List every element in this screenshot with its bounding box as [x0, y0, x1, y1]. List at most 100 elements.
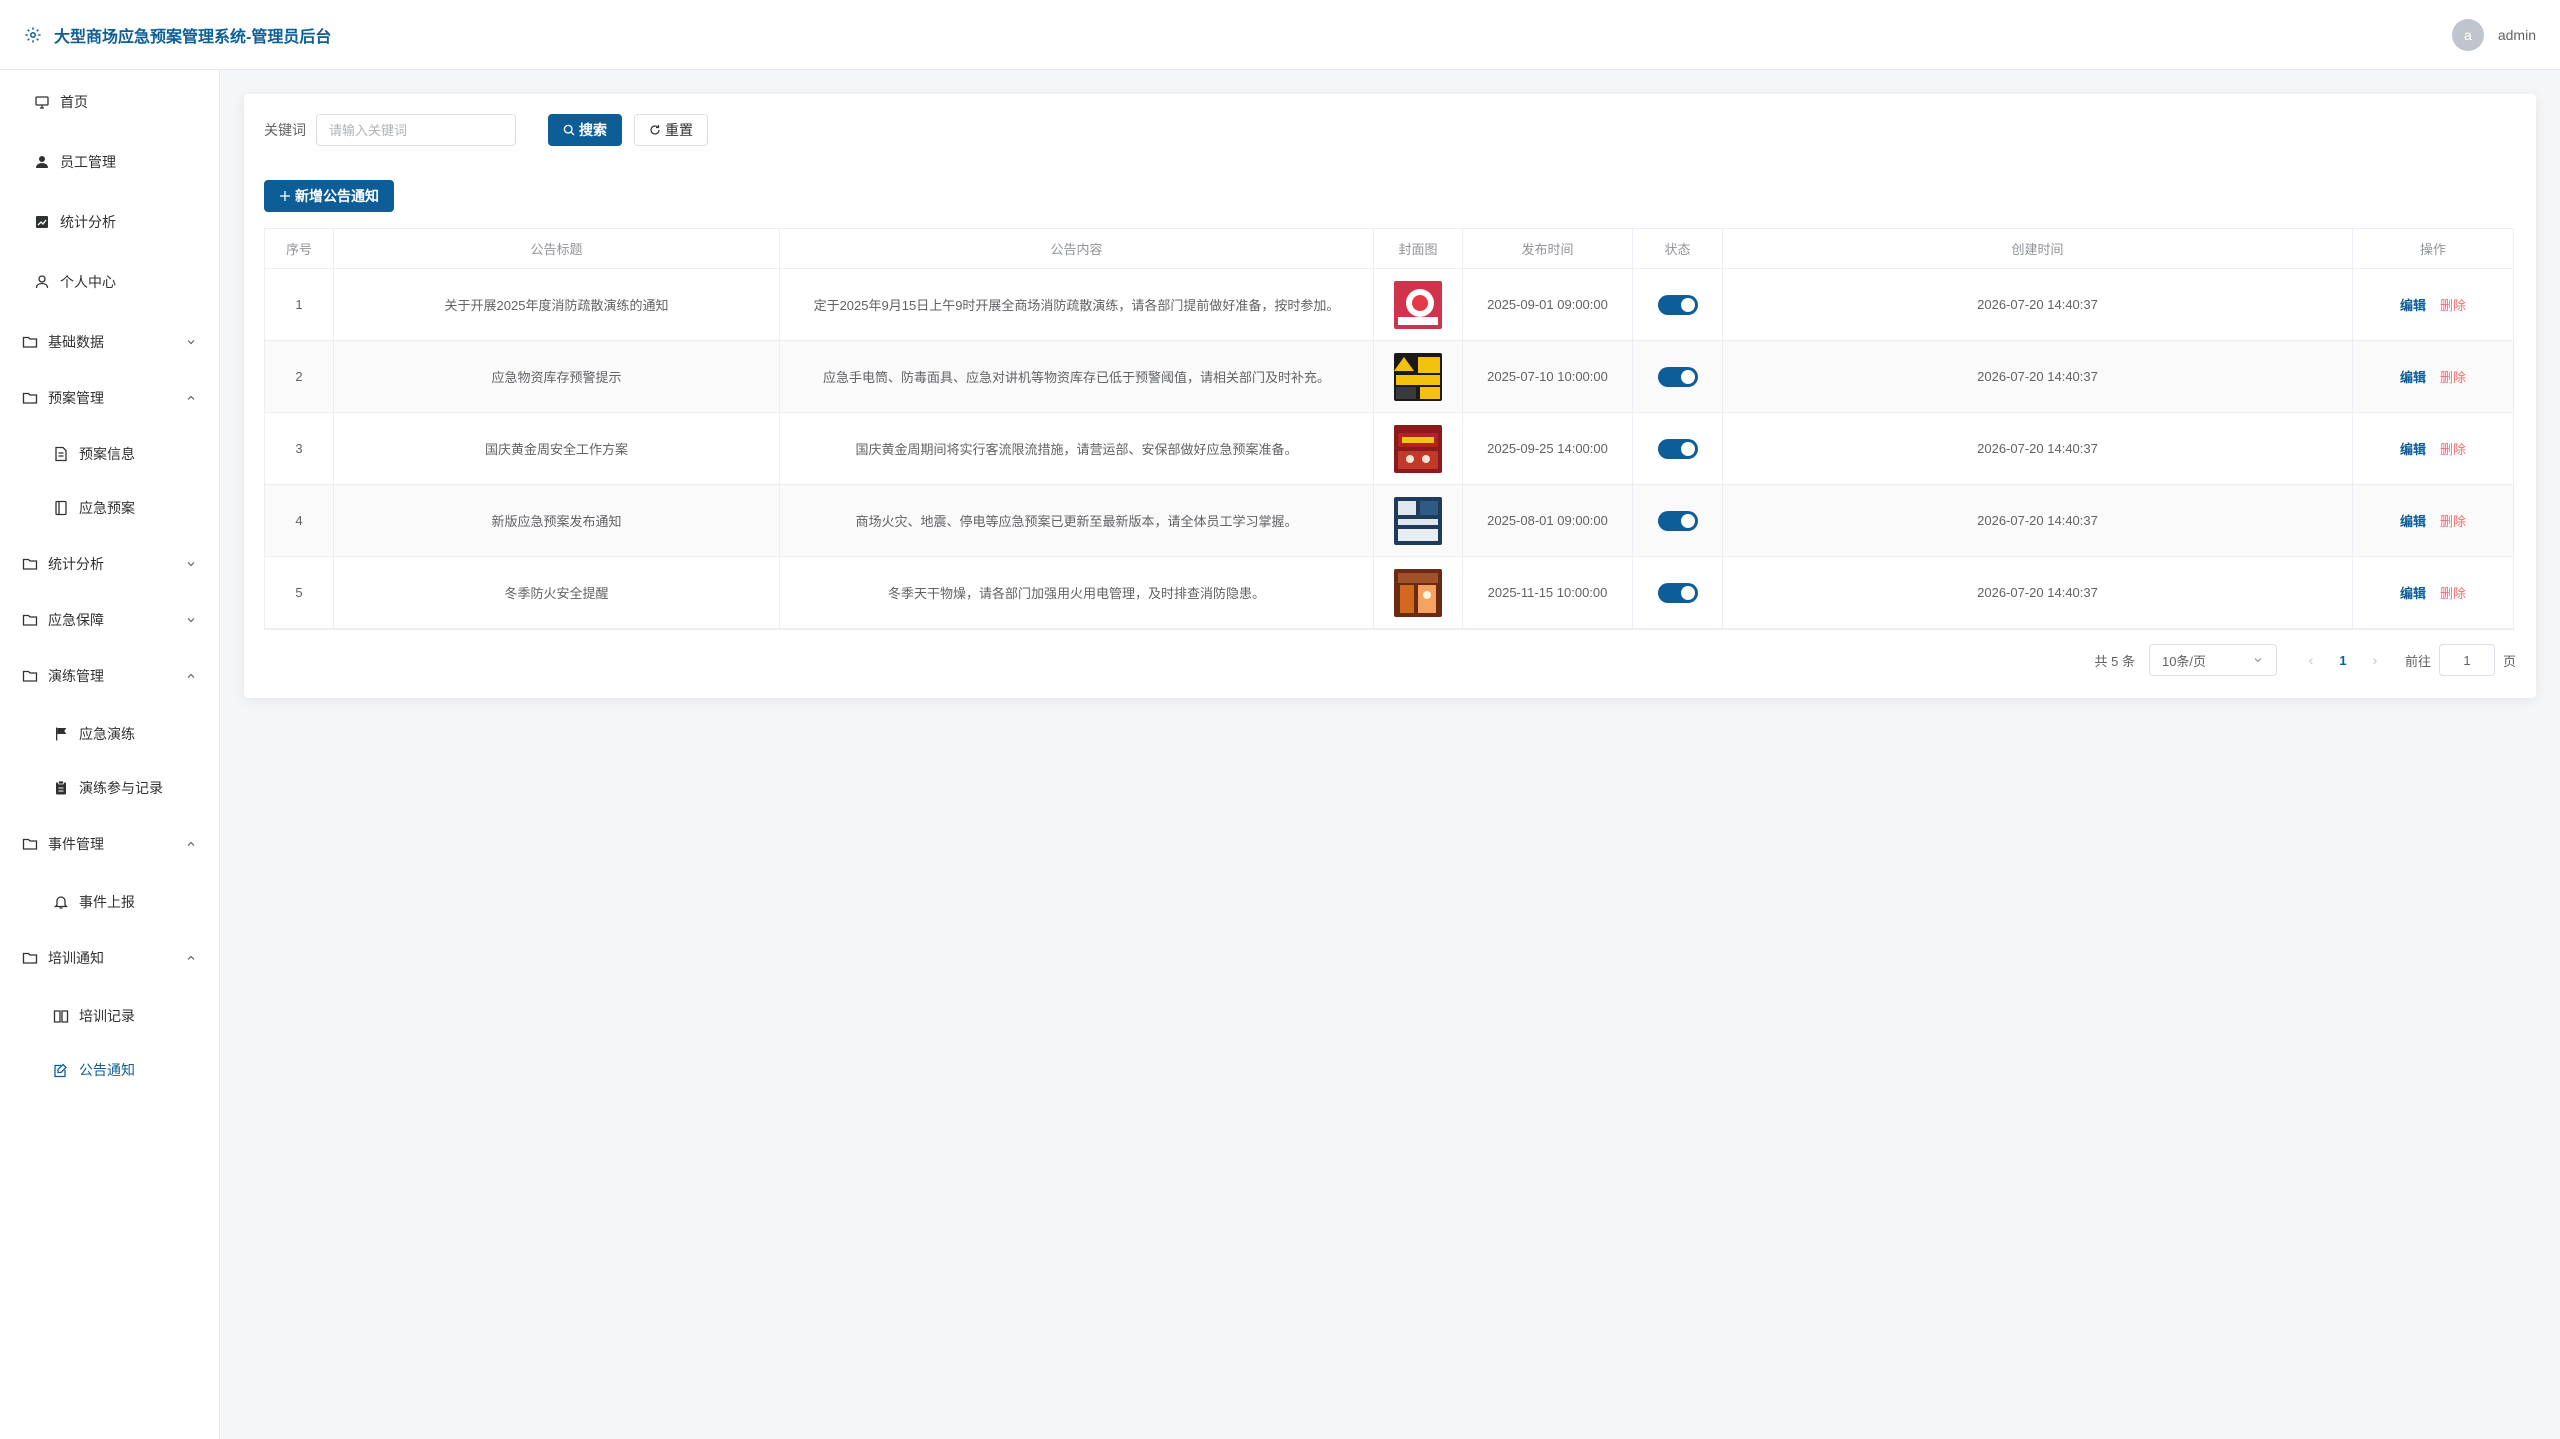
sidebar-group-events[interactable]: 事件管理 — [0, 824, 219, 864]
sidebar-item-event-report[interactable]: 事件上报 — [0, 882, 219, 922]
clipboard-icon — [53, 780, 69, 796]
sidebar-item-label: 应急保障 — [48, 612, 104, 628]
sidebar-item-label: 统计分析 — [48, 556, 104, 572]
folder-icon — [22, 556, 38, 572]
sidebar-item-label: 演练管理 — [48, 668, 104, 684]
row-created-time: 2026-07-20 14:40:37 — [1723, 413, 2353, 484]
sidebar-item-label: 培训记录 — [79, 1008, 135, 1024]
user-menu[interactable]: a admin — [2451, 18, 2536, 51]
user-icon — [34, 274, 50, 290]
status-cell — [1633, 413, 1723, 484]
sidebar-item-announcements[interactable]: 公告通知 — [0, 1050, 219, 1090]
sidebar-item-drill[interactable]: 应急演练 — [0, 714, 219, 754]
sidebar-item-training-records[interactable]: 培训记录 — [0, 996, 219, 1036]
sidebar-item-label: 培训通知 — [48, 950, 104, 966]
status-toggle[interactable] — [1657, 366, 1698, 387]
sidebar-item-plan-info[interactable]: 预案信息 — [0, 434, 219, 474]
user-name[interactable]: admin — [2498, 27, 2536, 43]
row-title: 关于开展2025年度消防疏散演练的通知 — [334, 269, 780, 340]
row-created-time: 2026-07-20 14:40:37 — [1723, 557, 2353, 628]
row-title: 冬季防火安全提醒 — [334, 557, 780, 628]
cover-image[interactable] — [1394, 424, 1442, 473]
page-number[interactable]: 1 — [2323, 653, 2363, 668]
cover-image[interactable] — [1394, 496, 1442, 545]
row-created-time: 2026-07-20 14:40:37 — [1723, 341, 2353, 412]
sidebar-item-drill-records[interactable]: 演练参与记录 — [0, 768, 219, 808]
sidebar-item-profile[interactable]: 个人中心 — [0, 262, 219, 302]
search-input[interactable] — [316, 114, 516, 146]
edit-button[interactable]: 编辑 — [2400, 295, 2426, 314]
actions-cell: 编辑 删除 — [2353, 413, 2513, 484]
cover-image[interactable] — [1394, 568, 1442, 617]
avatar[interactable]: a — [2451, 18, 2484, 51]
cover-image[interactable] — [1394, 352, 1442, 401]
status-toggle[interactable] — [1657, 294, 1698, 315]
chevron-up-icon — [187, 395, 195, 400]
delete-button[interactable]: 删除 — [2440, 367, 2466, 386]
folder-icon — [22, 668, 38, 684]
table-row: 3 国庆黄金周安全工作方案 国庆黄金周期间将实行客流限流措施，请营运部、安保部做… — [265, 413, 2513, 485]
plus-icon — [280, 191, 290, 201]
brand: 大型商场应急预案管理系统-管理员后台 — [24, 23, 331, 47]
status-cell — [1633, 269, 1723, 340]
row-index: 3 — [265, 413, 334, 484]
cover-cell — [1374, 341, 1463, 412]
prev-page-button[interactable]: ‹ — [2299, 652, 2323, 668]
search-icon — [563, 124, 575, 136]
goto-page-input[interactable] — [2438, 644, 2495, 676]
row-publish-time: 2025-09-25 14:00:00 — [1463, 413, 1633, 484]
sidebar-item-emergency-plan[interactable]: 应急预案 — [0, 488, 219, 528]
row-publish-time: 2025-11-15 10:00:00 — [1463, 557, 1633, 628]
folder-icon — [22, 334, 38, 350]
sidebar-item-label: 首页 — [60, 94, 88, 110]
user-filled-icon — [34, 154, 50, 170]
row-content: 应急手电筒、防毒面具、应急对讲机等物资库存已低于预警阈值，请相关部门及时补充。 — [780, 341, 1374, 412]
reset-button[interactable]: 重置 — [634, 114, 708, 146]
actions-cell: 编辑 删除 — [2353, 485, 2513, 556]
table-header: 序号 公告标题 公告内容 封面图 发布时间 状态 创建时间 操作 — [265, 229, 2513, 269]
chevron-down-icon — [187, 562, 195, 567]
sidebar-item-stats[interactable]: 统计分析 — [0, 202, 219, 242]
sidebar-group-basic-data[interactable]: 基础数据 — [0, 322, 219, 362]
delete-button[interactable]: 删除 — [2440, 439, 2466, 458]
chevron-up-icon — [187, 673, 195, 678]
row-title: 应急物资库存预警提示 — [334, 341, 780, 412]
sidebar-group-drill[interactable]: 演练管理 — [0, 656, 219, 696]
row-index: 1 — [265, 269, 334, 340]
delete-button[interactable]: 删除 — [2440, 511, 2466, 530]
sidebar-group-training[interactable]: 培训通知 — [0, 938, 219, 978]
folder-icon — [22, 950, 38, 966]
document-icon — [53, 446, 69, 462]
sidebar-item-home[interactable]: 首页 — [0, 82, 219, 122]
edit-button[interactable]: 编辑 — [2400, 583, 2426, 602]
row-publish-time: 2025-08-01 09:00:00 — [1463, 485, 1633, 556]
edit-button[interactable]: 编辑 — [2400, 367, 2426, 386]
sidebar-group-plan[interactable]: 预案管理 — [0, 378, 219, 418]
next-page-button[interactable]: › — [2363, 652, 2387, 668]
column-header: 创建时间 — [1723, 229, 2353, 268]
sidebar-group-stats[interactable]: 统计分析 — [0, 544, 219, 584]
sidebar-item-label: 预案管理 — [48, 390, 104, 406]
page-size-select[interactable]: 10条/页 — [2148, 644, 2277, 676]
edit-button[interactable]: 编辑 — [2400, 439, 2426, 458]
delete-button[interactable]: 删除 — [2440, 295, 2466, 314]
book-icon — [53, 1008, 69, 1024]
sidebar-item-label: 应急预案 — [79, 500, 135, 516]
sidebar-item-staff[interactable]: 员工管理 — [0, 142, 219, 182]
chevron-down-icon — [187, 618, 195, 623]
content-card: 关键词 搜索 重置 新增公告通知 序号 公告标题 公告内容 封面图 发布时间 状… — [244, 94, 2536, 698]
cover-image[interactable] — [1394, 280, 1442, 329]
status-toggle[interactable] — [1657, 438, 1698, 459]
sidebar: 首页 员工管理 统计分析 个人中心 基础数据 预案管理 预案信息 应急预案 统计… — [0, 70, 220, 1439]
edit-button[interactable]: 编辑 — [2400, 511, 2426, 530]
reset-button-label: 重置 — [665, 122, 693, 138]
sidebar-group-support[interactable]: 应急保障 — [0, 600, 219, 640]
status-toggle[interactable] — [1657, 510, 1698, 531]
status-toggle[interactable] — [1657, 582, 1698, 603]
status-cell — [1633, 341, 1723, 412]
table-row: 4 新版应急预案发布通知 商场火灾、地震、停电等应急预案已更新至最新版本，请全体… — [265, 485, 2513, 557]
add-announcement-button[interactable]: 新增公告通知 — [264, 180, 394, 212]
delete-button[interactable]: 删除 — [2440, 583, 2466, 602]
pagination: 共 5 条 10条/页 ‹ 1 › 前往 页 — [2095, 644, 2516, 676]
search-button[interactable]: 搜索 — [548, 114, 622, 146]
